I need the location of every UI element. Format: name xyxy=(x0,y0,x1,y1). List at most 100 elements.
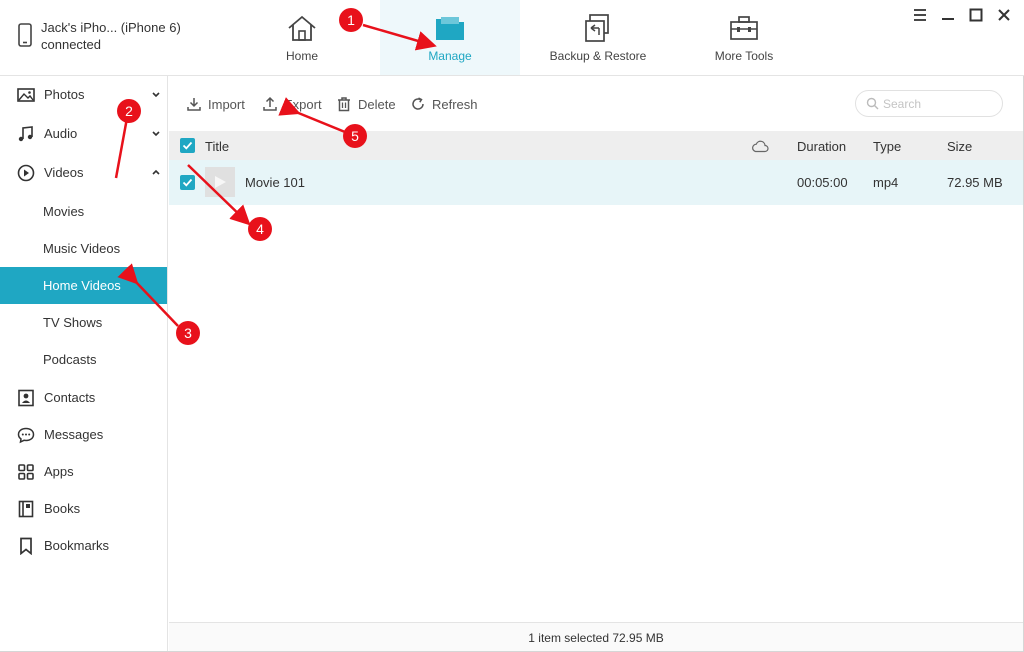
annotation-badge-4: 4 xyxy=(248,217,272,241)
annotation-badge-1: 1 xyxy=(339,8,363,32)
table-header: Title Duration Type Size xyxy=(169,131,1023,160)
chat-bubble-icon xyxy=(17,427,35,444)
sidebar-item-photos[interactable]: Photos xyxy=(0,76,167,114)
sidebar-item-label: Music Videos xyxy=(43,241,121,256)
tab-home-label: Home xyxy=(285,49,318,63)
refresh-button[interactable]: Refresh xyxy=(410,94,478,114)
checkmark-icon xyxy=(182,178,193,187)
sidebar-item-label: Books xyxy=(44,501,81,516)
menu-icon[interactable] xyxy=(912,7,928,23)
sidebar-item-bookmarks[interactable]: Bookmarks xyxy=(0,527,167,565)
annotation-badge-2: 2 xyxy=(117,99,141,123)
backup-restore-icon xyxy=(585,14,609,42)
chevron-down-icon xyxy=(152,92,160,98)
sidebar-item-apps[interactable]: Apps xyxy=(0,453,167,491)
contact-icon xyxy=(18,389,34,407)
sidebar-item-videos[interactable]: Videos xyxy=(0,154,167,192)
play-icon xyxy=(215,176,226,188)
tab-manage[interactable]: Manage xyxy=(380,0,520,75)
toolbox-icon xyxy=(730,16,758,40)
sidebar-item-music-videos[interactable]: Music Videos xyxy=(0,230,167,267)
apps-grid-icon xyxy=(18,464,34,480)
home-icon xyxy=(288,15,316,41)
close-icon[interactable] xyxy=(996,7,1012,23)
import-label: Import xyxy=(208,96,245,112)
column-header-title[interactable]: Title xyxy=(205,139,229,154)
column-header-duration[interactable]: Duration xyxy=(797,139,846,154)
video-thumbnail xyxy=(205,167,235,197)
sidebar-item-contacts[interactable]: Contacts xyxy=(0,379,167,417)
export-label: Export xyxy=(284,96,322,112)
cell-title: Movie 101 xyxy=(245,175,305,190)
cell-size: 72.95 MB xyxy=(947,175,1003,190)
tab-home[interactable]: Home xyxy=(252,0,352,75)
sidebar-item-label: Photos xyxy=(44,87,85,102)
device-name: Jack's iPho... (iPhone 6) xyxy=(41,20,181,35)
chevron-up-icon xyxy=(152,169,160,175)
search-input[interactable] xyxy=(883,95,993,113)
annotation-badge-5: 5 xyxy=(343,124,367,148)
sidebar-item-label: Podcasts xyxy=(43,352,97,367)
sidebar-item-audio[interactable]: Audio xyxy=(0,115,167,153)
maximize-icon[interactable] xyxy=(968,7,984,23)
tab-manage-label: Manage xyxy=(428,49,472,63)
refresh-label: Refresh xyxy=(432,96,478,112)
book-icon xyxy=(18,500,34,518)
sidebar-item-label: Messages xyxy=(44,427,104,442)
tab-more-tools-label: More Tools xyxy=(714,49,774,63)
folder-icon xyxy=(436,17,464,40)
sidebar-item-movies[interactable]: Movies xyxy=(0,193,167,230)
device-status: connected xyxy=(41,37,101,52)
select-all-checkbox[interactable] xyxy=(180,138,195,153)
cloud-icon xyxy=(752,140,769,153)
cell-type: mp4 xyxy=(873,175,899,190)
delete-button[interactable]: Delete xyxy=(336,94,396,114)
sidebar-item-label: Bookmarks xyxy=(44,538,110,553)
refresh-icon xyxy=(412,97,424,110)
sidebar-item-label: Apps xyxy=(44,464,74,479)
column-header-size[interactable]: Size xyxy=(947,139,972,154)
export-button[interactable]: Export xyxy=(262,94,322,114)
search-icon xyxy=(866,97,879,110)
sidebar-item-label: Contacts xyxy=(44,390,96,405)
sidebar-item-tv-shows[interactable]: TV Shows xyxy=(0,304,167,341)
sidebar-item-label: Home Videos xyxy=(43,278,121,293)
tab-more-tools[interactable]: More Tools xyxy=(694,0,794,75)
delete-label: Delete xyxy=(358,96,396,112)
annotation-badge-3: 3 xyxy=(176,321,200,345)
column-header-type[interactable]: Type xyxy=(873,139,901,154)
table-row[interactable]: Movie 101 00:05:00 mp4 72.95 MB xyxy=(169,160,1023,205)
tab-backup-restore-label: Backup & Restore xyxy=(549,49,647,63)
minimize-icon[interactable] xyxy=(940,7,956,23)
export-icon xyxy=(263,96,277,111)
top-header: Jack's iPho... (iPhone 6) connected Home… xyxy=(0,0,1024,76)
row-checkbox[interactable] xyxy=(180,175,195,190)
play-circle-icon xyxy=(17,164,35,182)
import-button[interactable]: Import xyxy=(186,94,245,114)
device-info[interactable]: Jack's iPho... (iPhone 6) connected xyxy=(18,19,188,59)
cell-duration: 00:05:00 xyxy=(797,175,848,190)
sidebar-item-home-videos[interactable]: Home Videos xyxy=(0,267,167,304)
trash-icon xyxy=(338,97,350,112)
sidebar-item-label: Movies xyxy=(43,204,85,219)
phone-icon xyxy=(18,23,32,47)
sidebar-item-label: Audio xyxy=(44,126,78,141)
sidebar-item-podcasts[interactable]: Podcasts xyxy=(0,341,167,378)
toolbar: Import Export Delete Refresh xyxy=(169,77,1023,131)
search-box[interactable] xyxy=(855,90,1003,117)
sidebar-item-books[interactable]: Books xyxy=(0,490,167,528)
bookmark-icon xyxy=(20,537,32,555)
sidebar-item-label: TV Shows xyxy=(43,315,103,330)
import-icon xyxy=(187,98,201,111)
sidebar-item-label: Videos xyxy=(44,165,84,180)
sidebar: Photos Audio Videos Movies Music Videos … xyxy=(0,76,168,651)
photo-icon xyxy=(17,88,35,102)
sidebar-item-messages[interactable]: Messages xyxy=(0,416,167,454)
window-controls xyxy=(912,7,1012,25)
music-note-icon xyxy=(18,126,33,142)
status-bar: 1 item selected 72.95 MB xyxy=(169,622,1023,651)
status-text: 1 item selected 72.95 MB xyxy=(528,631,664,645)
chevron-down-icon xyxy=(152,131,160,137)
tab-backup-restore[interactable]: Backup & Restore xyxy=(531,0,665,75)
checkmark-icon xyxy=(182,141,193,150)
